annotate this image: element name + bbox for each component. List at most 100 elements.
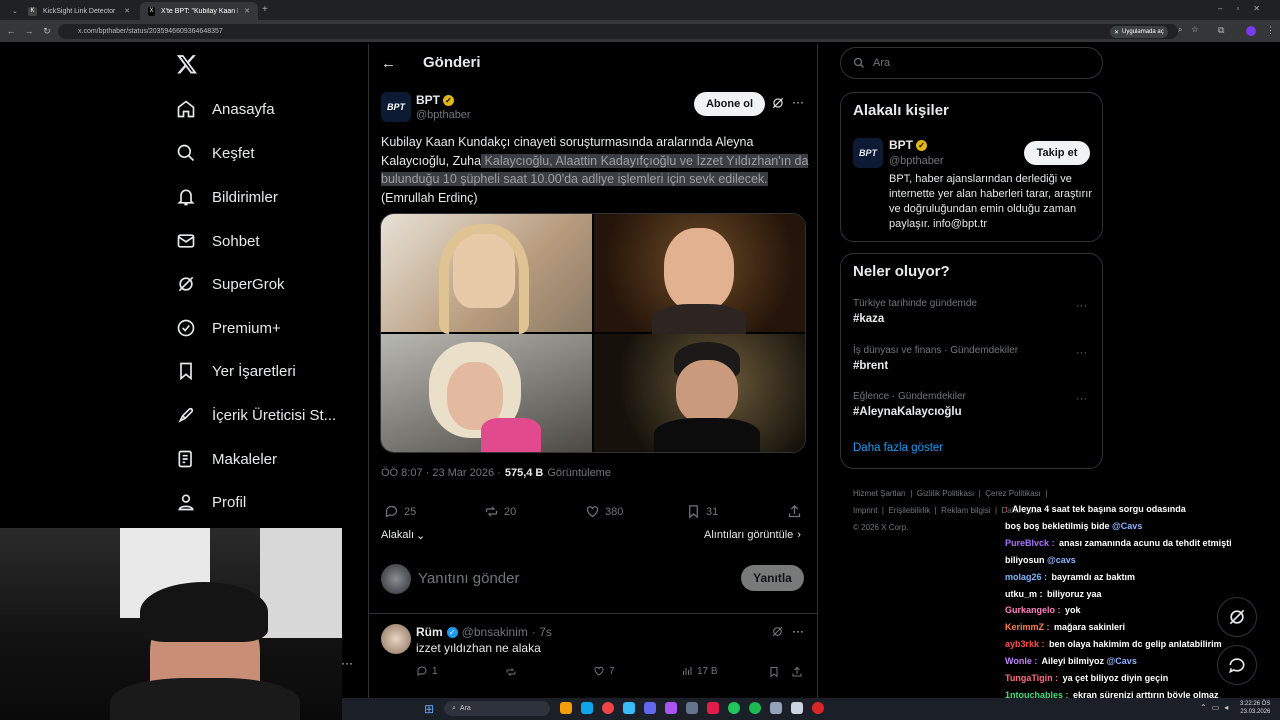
system-tray[interactable]: ⌃▭◂ — [1200, 703, 1233, 712]
reload-icon[interactable]: ↻ — [40, 24, 54, 38]
more-options-icon[interactable]: ··· — [792, 95, 804, 109]
profile-avatar[interactable] — [1246, 26, 1256, 36]
reply-author-avatar[interactable] — [381, 624, 411, 654]
new-tab-button[interactable]: + — [262, 4, 268, 15]
back-icon[interactable]: ← — [4, 24, 18, 38]
grok-action-icon[interactable] — [771, 96, 785, 115]
related-avatar[interactable]: BPT — [853, 138, 883, 168]
app-icon[interactable] — [728, 702, 740, 714]
app-icon[interactable] — [791, 702, 803, 714]
reply-input[interactable]: Yanıtını gönder — [418, 570, 519, 587]
chat-username[interactable]: ayb3rkk : — [1005, 639, 1045, 649]
app-icon[interactable] — [665, 702, 677, 714]
nav-item-articles[interactable]: Makaleler — [176, 449, 277, 469]
nav-item-bookmarks[interactable]: Yer İşaretleri — [176, 361, 296, 381]
reply-reply-action[interactable]: 1 — [416, 665, 438, 677]
chat-username[interactable]: KerimmZ : — [1005, 622, 1050, 632]
reply-action[interactable]: 25 — [384, 504, 416, 519]
windows-start-icon[interactable]: ⊞ — [424, 702, 434, 716]
tab-x-post[interactable]: X X'te BPT: "Kubilay Kaan Kundak ✕ — [140, 2, 258, 20]
grok-action-icon[interactable] — [771, 625, 784, 643]
window-controls[interactable]: –▫✕ — [1218, 4, 1274, 13]
user-avatar[interactable] — [381, 564, 411, 594]
close-tab-icon[interactable]: ✕ — [124, 7, 130, 15]
trend-item[interactable]: İş dünyası ve finans · Gündemdekiler #br… — [853, 345, 1093, 372]
browser-menu-icon[interactable]: ⋮ — [1266, 25, 1275, 36]
media-photo-2[interactable] — [594, 214, 805, 344]
tab-kicksight[interactable]: K KickSight Link Detector ✕ — [20, 2, 138, 20]
bookmark-icon[interactable] — [768, 665, 780, 683]
footer-link[interactable]: Gizlilik Politikası — [917, 489, 974, 498]
view-quotes-link[interactable]: Alıntıları görüntüle › — [704, 529, 801, 541]
footer-link[interactable]: Imprint — [853, 506, 877, 515]
back-arrow-icon[interactable]: ← — [381, 55, 396, 72]
search-input[interactable]: Ara — [840, 47, 1103, 79]
author-avatar[interactable]: BPT — [381, 92, 411, 122]
follow-button[interactable]: Takip et — [1024, 141, 1090, 165]
share-icon[interactable] — [787, 504, 802, 524]
media-photo-1[interactable] — [381, 214, 592, 334]
chat-username[interactable]: utku_m : — [1005, 589, 1043, 599]
app-icon[interactable] — [686, 702, 698, 714]
nav-item-premium[interactable]: Premium+ — [176, 318, 281, 338]
more-options-icon[interactable]: ··· — [792, 624, 804, 638]
open-in-app-button[interactable]: ✕ Uygulamada aç — [1110, 26, 1168, 38]
media-photo-3[interactable] — [381, 334, 592, 452]
spotify-icon[interactable] — [749, 702, 761, 714]
more-icon[interactable]: ··· — [341, 656, 353, 670]
app-icon[interactable] — [770, 702, 782, 714]
trend-item[interactable]: Eğlence · Gündemdekiler #AleynaKalaycıoğ… — [853, 391, 1093, 418]
chrome-icon[interactable] — [602, 702, 614, 714]
nav-item-explore[interactable]: Keşfet — [176, 143, 255, 163]
app-icon[interactable] — [623, 702, 635, 714]
footer-link[interactable]: Çerez Politikası — [985, 489, 1041, 498]
footer-link[interactable]: Hizmet Şartları — [853, 489, 906, 498]
nav-item-supergrok[interactable]: SuperGrok — [176, 274, 285, 294]
trend-more-icon[interactable]: ··· — [1076, 300, 1087, 312]
extensions-icon[interactable]: ⧉ — [1218, 25, 1224, 36]
nav-item-chat[interactable]: Sohbet — [176, 231, 260, 251]
chat-username[interactable]: molag26 : — [1005, 572, 1047, 582]
related-name[interactable]: BPT ✓ — [889, 138, 927, 152]
repost-action[interactable]: 20 — [484, 504, 516, 519]
bookmark-action[interactable]: 31 — [686, 504, 718, 519]
subscribe-button[interactable]: Abone ol — [694, 92, 765, 116]
toolbar-icons[interactable]: ⌕☆ — [1178, 25, 1207, 35]
nav-item-profile[interactable]: Profil — [176, 492, 246, 512]
reply-button[interactable]: Yanıtla — [741, 565, 804, 591]
related-handle[interactable]: @bpthaber — [889, 155, 944, 167]
author-handle[interactable]: @bpthaber — [416, 109, 471, 121]
trend-item[interactable]: Türkiye tarihinde gündemde #kaza — [853, 298, 1093, 325]
nav-item-creator-studio[interactable]: İçerik Üreticisi St... — [176, 405, 336, 425]
grok-float-button[interactable] — [1217, 597, 1257, 637]
clock[interactable]: 3:22:26 ÖS 23.03.2026 — [1240, 700, 1270, 716]
share-icon[interactable] — [791, 665, 803, 683]
taskbar-apps[interactable] — [560, 702, 860, 716]
trend-more-icon[interactable]: ··· — [1076, 347, 1087, 359]
chat-username[interactable]: TungaTigin : — [1005, 673, 1058, 683]
footer-link[interactable]: Reklam bilgisi — [941, 506, 990, 515]
post-media-grid[interactable] — [380, 213, 806, 453]
chat-username[interactable]: Wonle : — [1005, 656, 1037, 666]
chat-username[interactable]: Gurkangelo : — [1005, 605, 1061, 615]
forward-icon[interactable]: → — [22, 24, 36, 38]
author-name[interactable]: BPT ✓ — [416, 93, 454, 107]
app-icon[interactable] — [812, 702, 824, 714]
address-bar[interactable]: x.com/bpthaber/status/203594660936464835… — [58, 24, 1178, 39]
reply-views-action[interactable]: 17 B — [681, 665, 718, 677]
reply-author[interactable]: Rüm ✓ @bnsakinim · 7s — [416, 625, 552, 639]
discord-icon[interactable] — [644, 702, 656, 714]
trend-more-icon[interactable]: ··· — [1076, 393, 1087, 405]
edge-icon[interactable] — [581, 702, 593, 714]
taskbar-search[interactable]: ⌕ Ara — [444, 701, 550, 716]
media-photo-4[interactable] — [594, 334, 805, 452]
repost-icon[interactable] — [505, 665, 517, 683]
like-action[interactable]: 380 — [585, 504, 623, 519]
close-tab-icon[interactable]: ✕ — [244, 7, 250, 15]
chat-username[interactable]: PureBlvck : — [1005, 538, 1055, 548]
nav-item-home[interactable]: Anasayfa — [176, 99, 275, 119]
show-more-link[interactable]: Daha fazla göster — [853, 442, 943, 454]
reply-like-action[interactable]: 7 — [593, 665, 615, 677]
app-icon[interactable] — [707, 702, 719, 714]
file-explorer-icon[interactable] — [560, 702, 572, 714]
